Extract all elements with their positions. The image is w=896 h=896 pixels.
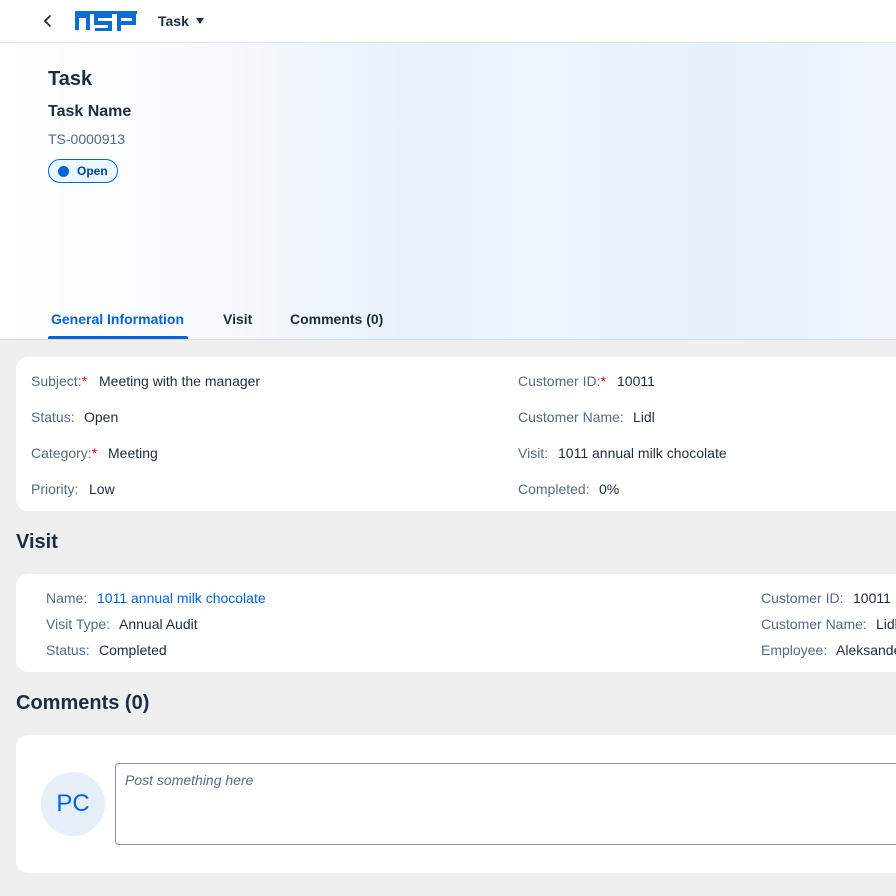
customer-name-value: Lidl bbox=[633, 409, 655, 425]
visit-section-title: Visit bbox=[16, 531, 58, 553]
visit-name-label: Name: bbox=[46, 590, 88, 606]
object-subtitle: Task Name bbox=[48, 103, 132, 120]
visit-employee-value: Aleksander bbox=[836, 642, 896, 658]
visit-type-value: Annual Audit bbox=[119, 616, 198, 632]
tab-comments[interactable]: Comments (0) bbox=[290, 311, 383, 327]
visit-type-label: Visit Type: bbox=[46, 616, 111, 632]
avatar: PC bbox=[41, 772, 105, 836]
required-marker: * bbox=[91, 445, 98, 461]
general-information-card: Subject:* Meeting with the manager Statu… bbox=[16, 357, 896, 511]
app-title-menu[interactable]: Task bbox=[158, 13, 189, 29]
tab-general-information[interactable]: General Information bbox=[51, 311, 184, 327]
category-value: Meeting bbox=[108, 445, 158, 461]
visit-label: Visit: bbox=[518, 445, 549, 461]
visit-customer-id-label: Customer ID: bbox=[761, 590, 844, 606]
category-label: Category:* bbox=[31, 445, 98, 461]
visit-name-link[interactable]: 1011 annual milk chocolate bbox=[97, 590, 266, 606]
back-arrow-icon[interactable] bbox=[38, 11, 58, 31]
visit-value: 1011 annual milk chocolate bbox=[558, 445, 727, 461]
required-marker: * bbox=[600, 373, 606, 389]
completed-label: Completed: bbox=[518, 481, 590, 497]
object-header: Task Task Name TS-0000913 Open General I… bbox=[0, 43, 896, 340]
status-dot-icon bbox=[58, 166, 69, 177]
visit-card: Name: 1011 annual milk chocolate Visit T… bbox=[16, 574, 896, 672]
shell-bar: Task bbox=[0, 0, 896, 43]
priority-value: Low bbox=[89, 481, 115, 497]
customer-id-value: 10011 bbox=[617, 373, 655, 389]
status-badge: Open bbox=[48, 159, 118, 183]
caret-down-icon[interactable] bbox=[194, 17, 206, 25]
customer-name-label: Customer Name: bbox=[518, 409, 624, 425]
status-value: Open bbox=[84, 409, 119, 425]
comment-input[interactable] bbox=[115, 763, 896, 845]
required-marker: * bbox=[81, 373, 88, 389]
customer-id-label: Customer ID:* bbox=[518, 373, 606, 389]
nsp-logo[interactable] bbox=[75, 11, 137, 31]
subject-value: Meeting with the manager bbox=[99, 373, 261, 389]
completed-value: 0% bbox=[599, 481, 620, 497]
active-tab-indicator bbox=[48, 336, 188, 339]
subject-label: Subject:* bbox=[31, 373, 88, 389]
tab-visit[interactable]: Visit bbox=[223, 311, 252, 327]
visit-customer-id-value: 10011 bbox=[853, 590, 891, 606]
visit-customer-name-label: Customer Name: bbox=[761, 616, 867, 632]
comments-section-title: Comments (0) bbox=[16, 692, 150, 714]
visit-status-label: Status: bbox=[46, 642, 90, 658]
priority-label: Priority: bbox=[31, 481, 79, 497]
visit-customer-name-value: Lidl bbox=[876, 616, 896, 632]
visit-status-value: Completed bbox=[99, 642, 167, 658]
page-title: Task bbox=[48, 68, 93, 90]
visit-employee-label: Employee: bbox=[761, 642, 828, 658]
status-badge-label: Open bbox=[77, 164, 108, 178]
status-label: Status: bbox=[31, 409, 75, 425]
object-id: TS-0000913 bbox=[48, 131, 126, 147]
